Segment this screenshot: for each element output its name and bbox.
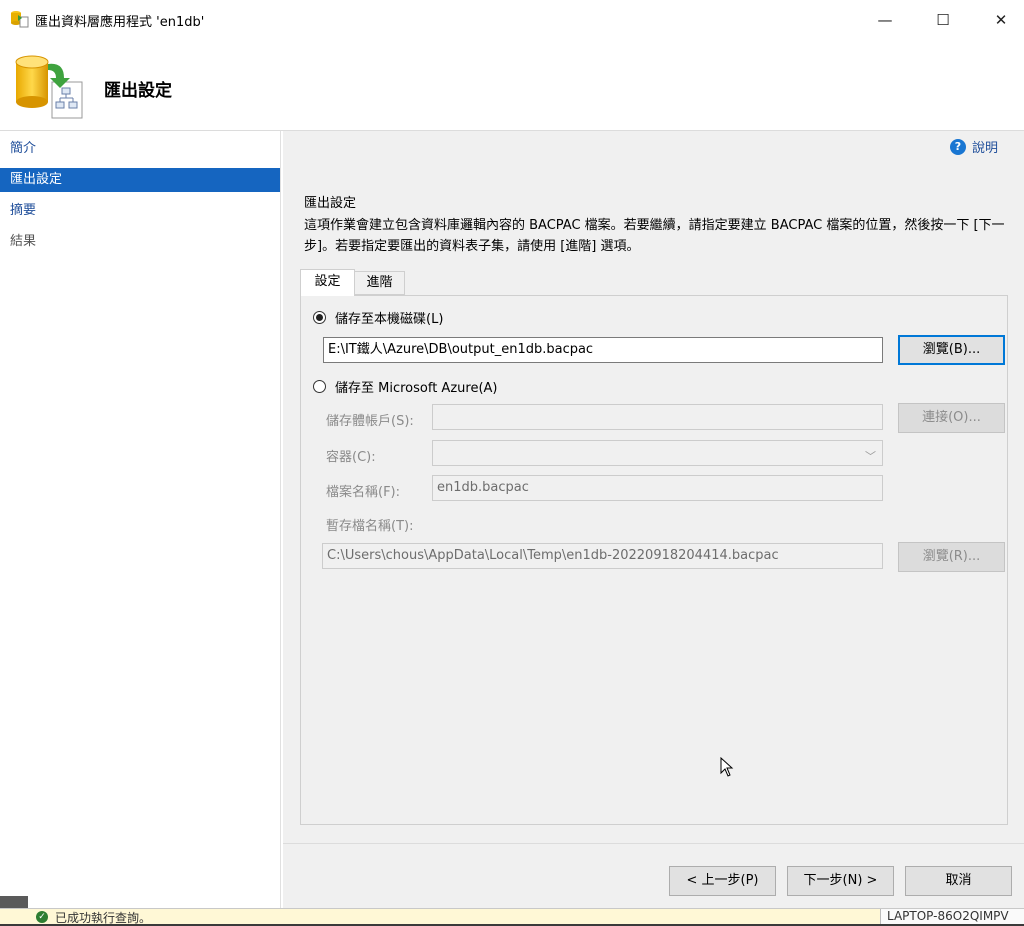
app-icon [11, 11, 29, 28]
tab-settings[interactable]: 設定 [300, 269, 355, 296]
help-link[interactable]: ? 說明 [949, 137, 998, 156]
close-button[interactable]: ✕ [978, 0, 1024, 40]
nav-item-export-settings[interactable]: 匯出設定 [0, 168, 280, 192]
radio-azure-button[interactable] [313, 380, 326, 393]
temp-filename-input: C:\Users\chous\AppData\Local\Temp\en1db-… [322, 543, 883, 569]
maximize-button[interactable]: ☐ [920, 0, 966, 40]
next-button[interactable]: 下一步(N) > [787, 866, 894, 896]
success-icon: ✓ [36, 911, 48, 923]
local-path-input[interactable]: E:\IT鐵人\Azure\DB\output_en1db.bacpac [323, 337, 883, 363]
title-bar: 匯出資料層應用程式 'en1db' — ☐ ✕ [0, 0, 1024, 40]
section-description: 這項作業會建立包含資料庫邏輯內容的 BACPAC 檔案。若要繼續，請指定要建立 … [304, 218, 1005, 254]
wizard-header: 匯出設定 [0, 40, 1024, 131]
nav-item-summary[interactable]: 摘要 [0, 199, 280, 223]
window-title: 匯出資料層應用程式 'en1db' [35, 15, 205, 30]
radio-local-label: 儲存至本機磁碟(L) [335, 312, 444, 327]
container-label: 容器(C): [326, 450, 376, 465]
chevron-down-icon: ﹀ [865, 450, 876, 463]
database-export-icon [15, 55, 83, 119]
mouse-cursor-icon [720, 757, 734, 777]
export-wizard-window: 匯出資料層應用程式 'en1db' — ☐ ✕ 匯出設定 簡介 匯出設定 摘要 … [0, 0, 1024, 908]
wizard-nav: 簡介 匯出設定 摘要 結果 [0, 131, 281, 908]
radio-save-azure[interactable]: 儲存至 Microsoft Azure(A) [313, 377, 497, 396]
minimize-icon: — [877, 11, 893, 29]
status-host: LAPTOP-86O2QIMPV [880, 909, 1024, 924]
browse-button[interactable]: 瀏覽(B)... [898, 335, 1005, 365]
background-status-bar: ✓ 已成功執行查詢。 LAPTOP-86O2QIMPV [0, 908, 1024, 925]
footer-divider [283, 843, 1024, 844]
temp-filename-label: 暫存檔名稱(T): [326, 519, 414, 534]
nav-item-results: 結果 [10, 234, 37, 249]
minimize-button[interactable]: — [862, 0, 908, 40]
filename-label: 檔案名稱(F): [326, 485, 401, 500]
maximize-icon: ☐ [936, 11, 950, 29]
filename-input: en1db.bacpac [432, 475, 883, 501]
wizard-content: ? 說明 匯出設定 這項作業會建立包含資料庫邏輯內容的 BACPAC 檔案。若要… [283, 131, 1024, 908]
section-title: 匯出設定 [304, 196, 357, 211]
tab-advanced[interactable]: 進階 [355, 271, 405, 295]
help-icon: ? [949, 138, 966, 155]
connect-button: 連接(O)... [898, 403, 1005, 433]
radio-local-button[interactable] [313, 311, 326, 324]
back-button[interactable]: < 上一步(P) [669, 866, 776, 896]
radio-azure-label: 儲存至 Microsoft Azure(A) [335, 381, 498, 396]
container-select: ﹀ [432, 440, 883, 466]
settings-panel: 儲存至本機磁碟(L) E:\IT鐵人\Azure\DB\output_en1db… [300, 295, 1008, 825]
radio-save-local[interactable]: 儲存至本機磁碟(L) [313, 308, 443, 327]
close-icon: ✕ [994, 11, 1008, 29]
help-label: 說明 [971, 141, 998, 156]
cancel-button[interactable]: 取消 [905, 866, 1012, 896]
storage-account-input [432, 404, 883, 430]
page-title: 匯出設定 [104, 81, 172, 101]
nav-item-intro[interactable]: 簡介 [0, 137, 280, 161]
temp-browse-button: 瀏覽(R)... [898, 542, 1005, 572]
status-message: 已成功執行查詢。 [55, 911, 152, 925]
storage-account-label: 儲存體帳戶(S): [326, 414, 414, 429]
